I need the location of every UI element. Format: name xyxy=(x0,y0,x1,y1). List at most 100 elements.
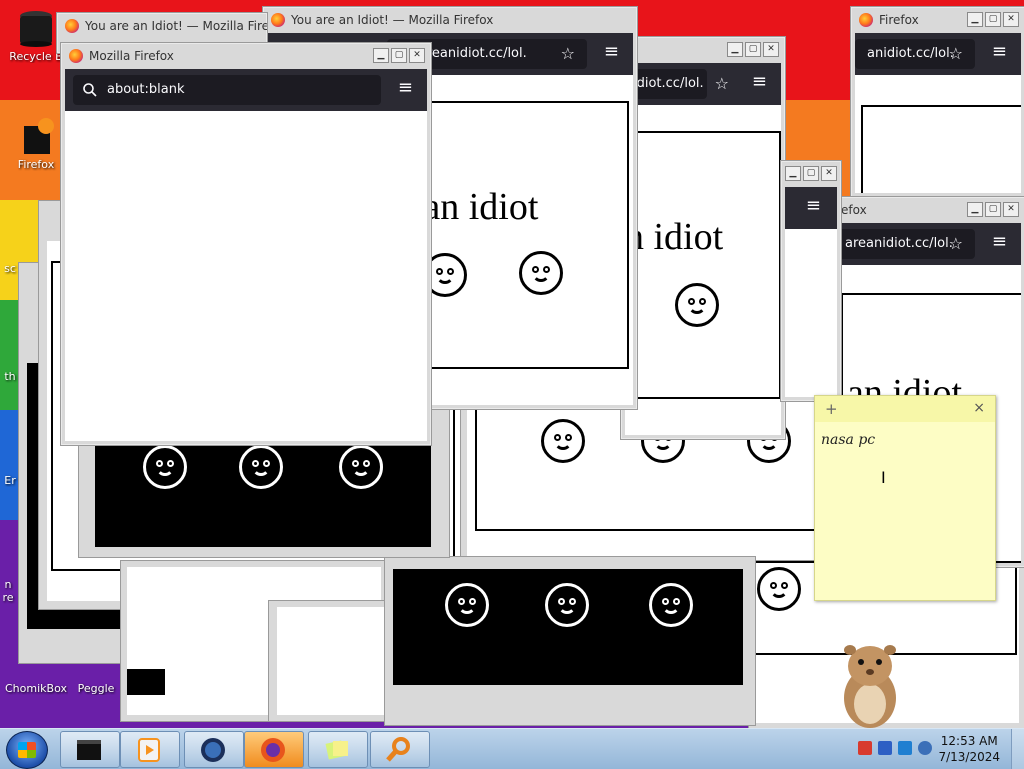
browser-toolbar: areanidiot.cc/lol. ☆ ≡ xyxy=(837,223,1021,265)
maximize-button[interactable]: ▢ xyxy=(985,12,1001,27)
show-desktop-button[interactable] xyxy=(1011,729,1024,769)
taskbar-button-firefox[interactable] xyxy=(244,731,304,768)
window-title: efox xyxy=(841,203,867,217)
tray-shield-icon[interactable] xyxy=(878,741,892,755)
taskbar-clock[interactable]: 12:53 AM 7/13/2024 xyxy=(938,733,1000,765)
maximize-button[interactable]: ▢ xyxy=(985,202,1001,217)
minimize-button[interactable]: ▁ xyxy=(967,12,983,27)
close-button[interactable]: ✕ xyxy=(821,166,837,181)
bookmark-star-icon[interactable]: ☆ xyxy=(561,44,575,63)
clock-date: 7/13/2024 xyxy=(938,750,1000,764)
bookmark-star-icon[interactable]: ☆ xyxy=(715,74,729,93)
browser-window-idiot-b[interactable]: ▁ ▢ ✕ idiot.cc/lol. ☆ ≡ n idiot xyxy=(620,36,786,440)
tray-flag-icon[interactable] xyxy=(858,741,872,755)
smiley-icon xyxy=(445,583,489,627)
system-tray: 12:53 AM 7/13/2024 xyxy=(844,729,1024,769)
smiley-icon xyxy=(339,445,383,489)
maximize-button[interactable]: ▢ xyxy=(745,42,761,57)
hamburger-menu-icon[interactable]: ≡ xyxy=(752,73,767,91)
firefox-icon xyxy=(65,19,79,33)
recycle-bin-icon xyxy=(20,11,52,47)
page-content xyxy=(855,75,1021,193)
smiley-icon xyxy=(519,251,563,295)
sticky-notes-icon xyxy=(325,740,348,760)
maximize-button[interactable]: ▢ xyxy=(391,48,407,63)
taskbar-button-globe[interactable] xyxy=(184,731,244,768)
close-button[interactable]: ✕ xyxy=(1003,12,1019,27)
idiot-message: e an idiot xyxy=(419,186,539,228)
idiot-frame: n idiot xyxy=(629,131,781,399)
hamburger-menu-icon[interactable]: ≡ xyxy=(992,43,1007,61)
tray-network-icon[interactable] xyxy=(898,741,912,755)
desktop-icon-firefox[interactable]: Firefox xyxy=(4,116,68,171)
firefox-icon xyxy=(859,13,873,27)
terminal-icon xyxy=(77,740,101,760)
sticky-note-header[interactable]: + × xyxy=(815,396,995,422)
browser-toolbar: about:blank ≡ xyxy=(65,69,427,111)
desktop-icon-peggle[interactable]: Peggle xyxy=(72,682,120,695)
smiley-icon xyxy=(541,419,585,463)
windows-logo-icon xyxy=(18,742,36,758)
desktop-icon-chomikbox[interactable]: ChomikBox xyxy=(4,682,68,695)
window-title: Mozilla Firefox xyxy=(89,49,174,63)
minimize-button[interactable]: ▁ xyxy=(373,48,389,63)
taskbar-button-media-player[interactable] xyxy=(120,731,180,768)
firefox-icon xyxy=(24,118,54,154)
page-content xyxy=(65,111,427,441)
add-note-button[interactable]: + xyxy=(825,400,838,418)
taskbar-button-search[interactable] xyxy=(370,731,430,768)
text-cursor-icon: I xyxy=(881,468,886,487)
minimize-button[interactable]: ▁ xyxy=(727,42,743,57)
smiley-icon xyxy=(239,445,283,489)
close-button[interactable]: ✕ xyxy=(409,48,425,63)
window-controls: ▁ ▢ ✕ xyxy=(727,42,779,57)
close-note-button[interactable]: × xyxy=(973,400,985,416)
window-titlebar[interactable]: You are an Idiot! — Mozilla Firefox xyxy=(263,7,637,33)
window-title: You are an Idiot! — Mozilla Firefox xyxy=(85,19,267,33)
minimize-button[interactable]: ▁ xyxy=(967,202,983,217)
smiley-icon xyxy=(757,567,801,611)
browser-window-front[interactable]: Mozilla Firefox ▁ ▢ ✕ about:blank ≡ xyxy=(60,42,432,446)
browser-window-partial[interactable]: ▁ ▢ ✕ ≡ xyxy=(780,160,842,402)
close-button[interactable]: ✕ xyxy=(763,42,779,57)
idiot-message: n idiot xyxy=(629,216,724,258)
clock-time: 12:53 AM xyxy=(940,734,998,748)
smiley-icon xyxy=(675,283,719,327)
maximize-button[interactable]: ▢ xyxy=(803,166,819,181)
hamburger-menu-icon[interactable]: ≡ xyxy=(604,43,619,61)
browser-globe-icon xyxy=(201,738,225,762)
tray-volume-icon[interactable] xyxy=(918,741,932,755)
idiot-black-panel xyxy=(393,569,743,685)
browser-toolbar: idiot.cc/lol. ☆ ≡ xyxy=(625,63,781,105)
background-window[interactable] xyxy=(384,556,756,726)
hamster-mascot-icon xyxy=(844,645,896,728)
sticky-note[interactable]: + × nasa pc I xyxy=(814,395,996,601)
idiot-black-panel xyxy=(95,441,431,547)
desktop-icon-label: ChomikBox xyxy=(5,682,67,695)
browser-window-idiot-c[interactable]: Firefox ▁ ▢ ✕ anidiot.cc/lol. ☆ ≡ xyxy=(850,6,1024,198)
search-magnifier-icon xyxy=(386,737,410,762)
close-button[interactable]: ✕ xyxy=(1003,202,1019,217)
window-controls: ▁ ▢ ✕ xyxy=(373,48,425,63)
taskbar: 12:53 AM 7/13/2024 xyxy=(0,728,1024,769)
media-player-icon xyxy=(138,738,160,762)
taskbar-button-sticky-notes[interactable] xyxy=(308,731,368,768)
hamburger-menu-icon[interactable]: ≡ xyxy=(398,79,413,97)
desktop-icon-label: Peggle xyxy=(77,682,115,695)
window-title: You are an Idiot! — Mozilla Firefox xyxy=(291,13,494,27)
url-bar[interactable]: about:blank xyxy=(73,75,381,105)
url-text: about:blank xyxy=(107,82,185,97)
window-titlebar[interactable]: You are an Idiot! — Mozilla Firefox xyxy=(57,13,267,39)
idiot-frame: e an idiot xyxy=(417,101,629,369)
browser-toolbar: anidiot.cc/lol. ☆ ≡ xyxy=(855,33,1021,75)
minimize-button[interactable]: ▁ xyxy=(785,166,801,181)
hamburger-menu-icon[interactable]: ≡ xyxy=(992,233,1007,251)
taskbar-button-terminal[interactable] xyxy=(60,731,120,768)
desktop-icon-label: Firefox xyxy=(17,158,55,171)
firefox-icon xyxy=(69,49,83,63)
bookmark-star-icon[interactable]: ☆ xyxy=(949,234,963,253)
sticky-note-text[interactable]: nasa pc xyxy=(815,422,995,458)
start-button[interactable] xyxy=(6,731,48,769)
bookmark-star-icon[interactable]: ☆ xyxy=(949,44,963,63)
hamburger-menu-icon[interactable]: ≡ xyxy=(806,197,821,215)
